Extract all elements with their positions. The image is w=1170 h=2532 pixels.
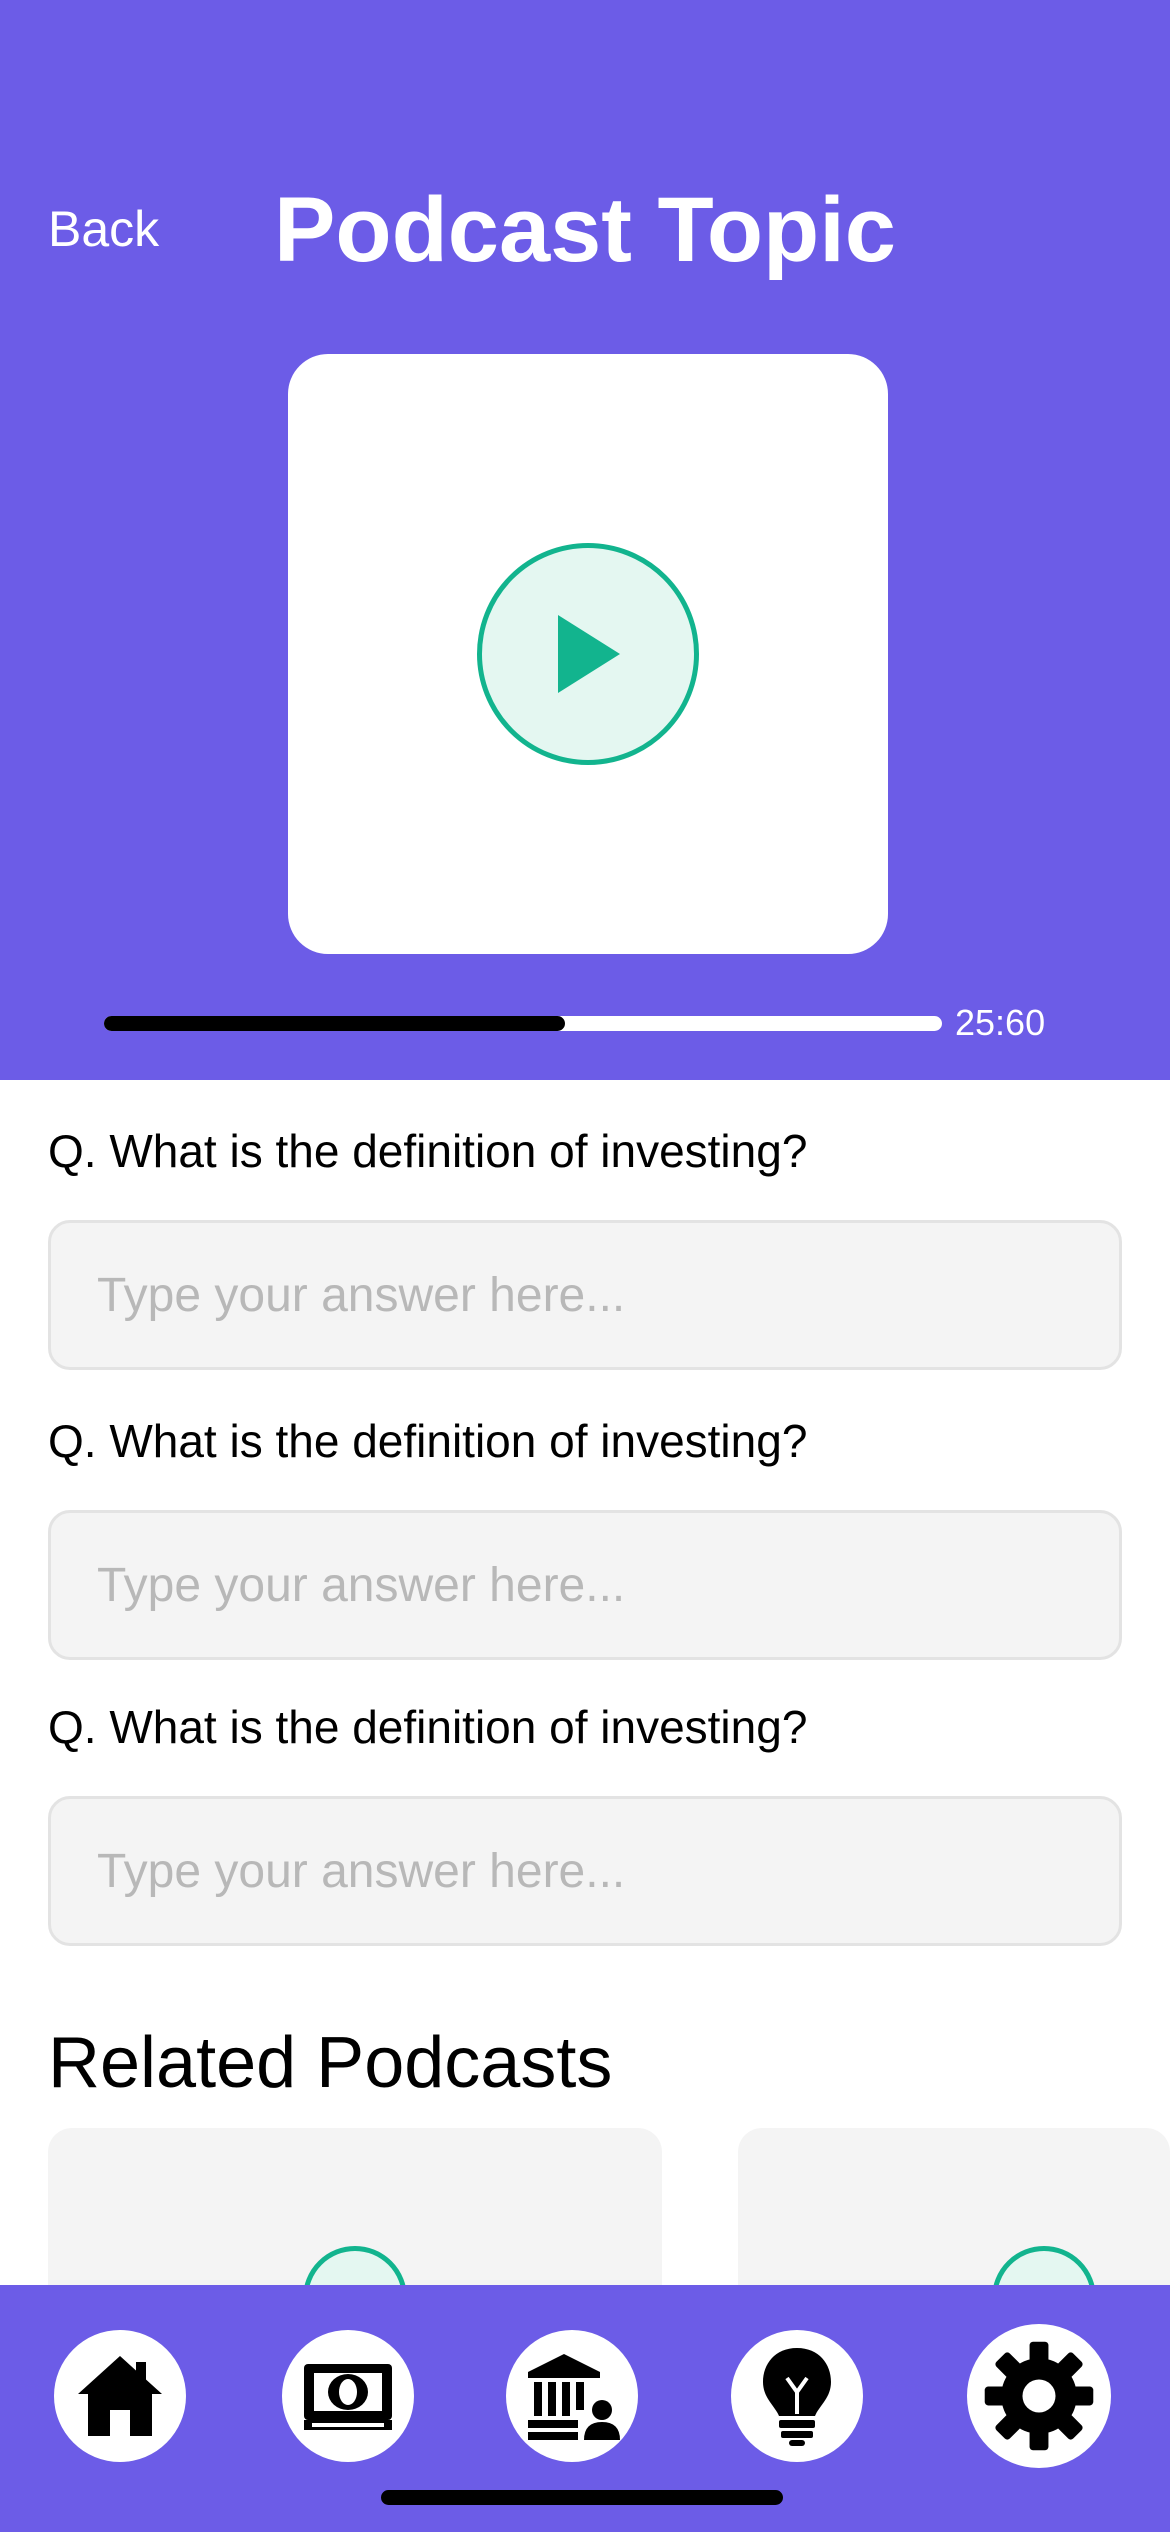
nav-money[interactable]: [282, 2330, 414, 2462]
nav-home[interactable]: [54, 2330, 186, 2462]
header: Back Podcast Topic 25:60: [0, 0, 1170, 1080]
question-3: Q. What is the definition of investing?: [48, 1701, 808, 1753]
play-icon: [558, 615, 620, 693]
progress-bar[interactable]: [104, 1016, 942, 1031]
nav-ideas[interactable]: [731, 2330, 863, 2462]
time-label: 25:60: [955, 1002, 1046, 1043]
gear-icon: [984, 2341, 1094, 2451]
answer-input-2[interactable]: [48, 1510, 1122, 1660]
play-button[interactable]: [477, 543, 699, 765]
question-2: Q. What is the definition of investing?: [48, 1415, 808, 1467]
bank-icon: [528, 2354, 620, 2440]
progress-fill: [104, 1016, 565, 1031]
home-icon: [78, 2356, 162, 2436]
nav-bank[interactable]: [506, 2330, 638, 2462]
answer-input-3[interactable]: [48, 1796, 1122, 1946]
lightbulb-icon: [763, 2348, 831, 2446]
related-podcasts-title: Related Podcasts: [48, 2023, 613, 2103]
money-icon: [304, 2364, 392, 2430]
question-1: Q. What is the definition of investing?: [48, 1125, 808, 1177]
page-title: Podcast Topic: [274, 179, 896, 281]
answer-input-1[interactable]: [48, 1220, 1122, 1370]
home-indicator: [381, 2490, 783, 2505]
nav-settings[interactable]: [967, 2324, 1111, 2468]
